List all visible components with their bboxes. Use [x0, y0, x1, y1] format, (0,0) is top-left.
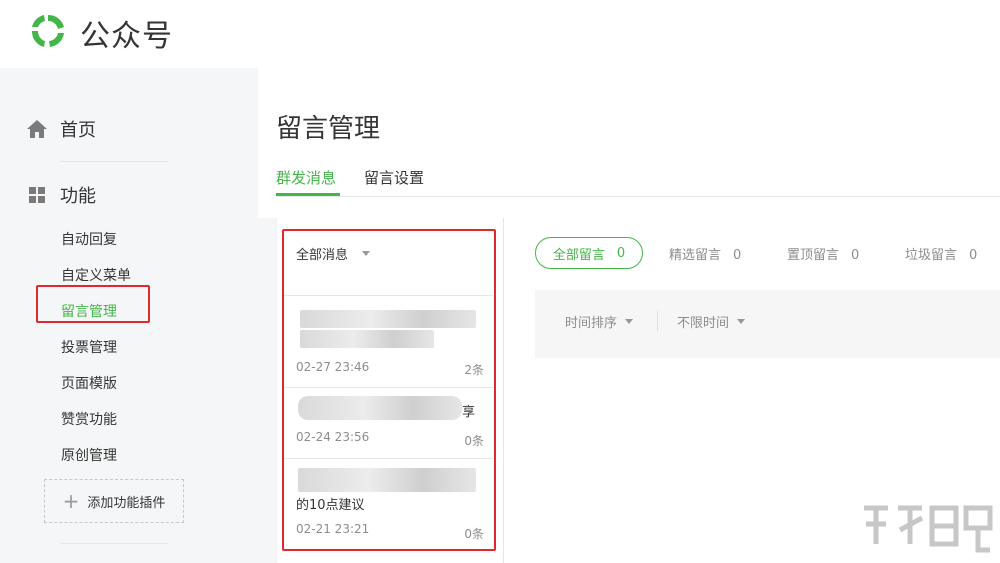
tabs-divider — [276, 196, 1000, 197]
tab-mass-messages[interactable]: 群发消息 — [276, 167, 336, 188]
sort-order-dropdown[interactable]: 时间排序 — [565, 312, 634, 331]
filter-pinned-count: 0 — [851, 248, 860, 263]
highlight-box-sidebar — [36, 285, 150, 323]
grid-icon — [29, 187, 45, 203]
watermark-logo — [864, 505, 993, 553]
page-title: 留言管理 — [276, 114, 381, 144]
plus-icon: + — [62, 489, 80, 513]
filter-featured-count: 0 — [733, 248, 742, 263]
sidebar-divider — [60, 161, 168, 162]
chevron-down-icon — [625, 319, 634, 324]
sidebar-divider-bottom — [60, 543, 168, 544]
sort-order-label: 时间排序 — [565, 316, 618, 331]
time-range-label: 不限时间 — [677, 316, 730, 331]
filter-all-comments[interactable]: 全部留言 0 — [535, 237, 643, 269]
filter-pinned-label: 置顶留言 — [787, 248, 840, 263]
sidebar-item-custom-menu[interactable]: 自定义菜单 — [61, 265, 131, 285]
sidebar-functions-label: 功能 — [60, 186, 96, 207]
sidebar-item-vote-management[interactable]: 投票管理 — [61, 337, 117, 357]
filter-spam-comments[interactable]: 垃圾留言 0 — [905, 244, 977, 263]
add-plugin-button[interactable]: + 添加功能插件 — [44, 479, 184, 523]
filter-spam-count: 0 — [969, 248, 978, 263]
time-range-dropdown[interactable]: 不限时间 — [677, 312, 746, 331]
sidebar-item-auto-reply[interactable]: 自动回复 — [61, 229, 117, 249]
sidebar-home-label: 首页 — [60, 120, 96, 141]
sidebar-item-functions[interactable]: 功能 — [26, 182, 96, 208]
highlight-box-message-list — [282, 229, 496, 551]
wechat-logo-icon — [31, 14, 64, 47]
filter-all-label: 全部留言 — [552, 247, 605, 263]
brand-title: 公众号 — [80, 19, 173, 54]
filter-featured-comments[interactable]: 精选留言 0 — [669, 244, 741, 263]
sidebar-item-reward[interactable]: 赞赏功能 — [61, 409, 117, 429]
home-icon — [27, 120, 47, 138]
sidebar-item-home[interactable]: 首页 — [26, 116, 96, 142]
filter-pinned-comments[interactable]: 置顶留言 0 — [787, 244, 859, 263]
sidebar-item-page-templates[interactable]: 页面模版 — [61, 373, 117, 393]
sidebar-item-original[interactable]: 原创管理 — [61, 445, 117, 465]
tab-comment-settings[interactable]: 留言设置 — [364, 167, 424, 188]
filter-spam-label: 垃圾留言 — [905, 248, 958, 263]
panel-gutter — [258, 218, 276, 563]
filter-featured-label: 精选留言 — [669, 248, 722, 263]
sort-separator — [657, 311, 658, 331]
filter-all-count: 0 — [616, 245, 626, 261]
top-header: 公众号 — [0, 0, 1000, 68]
chevron-down-icon — [737, 319, 746, 324]
add-plugin-label: 添加功能插件 — [87, 495, 166, 511]
